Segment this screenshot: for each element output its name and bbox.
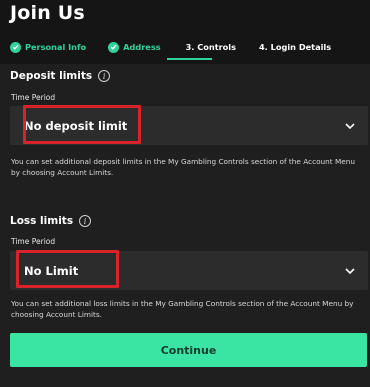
loss-limit-select[interactable]: No Limit bbox=[10, 251, 368, 290]
chevron-down-icon bbox=[345, 122, 355, 129]
active-step-underline bbox=[167, 58, 212, 60]
step-progress: Personal Info Address 3. Controls 4. Log… bbox=[10, 40, 331, 54]
step-controls[interactable]: 3. Controls bbox=[186, 40, 236, 54]
continue-button[interactable]: Continue bbox=[10, 333, 367, 367]
page-title: Join Us bbox=[10, 2, 85, 24]
step-label: 4. Login Details bbox=[258, 42, 332, 52]
loss-limits-title: Loss limits bbox=[10, 215, 74, 227]
header: Join Us Personal Info Address 3. Control… bbox=[0, 0, 370, 64]
step-label: 3. Controls bbox=[185, 42, 236, 52]
loss-help-text: You can set additional loss limits in th… bbox=[11, 299, 354, 319]
deposit-limits-heading: Deposit limits i bbox=[10, 70, 111, 82]
deposit-limit-value: No deposit limit bbox=[24, 118, 128, 133]
deposit-time-period-label: Time Period bbox=[11, 93, 56, 102]
check-icon bbox=[10, 41, 21, 53]
join-page: Join Us Personal Info Address 3. Control… bbox=[0, 0, 370, 387]
step-label: Personal Info bbox=[25, 42, 87, 52]
deposit-limit-select[interactable]: No deposit limit bbox=[10, 106, 368, 145]
step-login-details[interactable]: 4. Login Details bbox=[259, 40, 331, 54]
info-icon[interactable]: i bbox=[79, 215, 92, 227]
deposit-help-text: You can set additional deposit limits in… bbox=[11, 157, 356, 177]
info-icon[interactable]: i bbox=[98, 70, 111, 82]
loss-limits-heading: Loss limits i bbox=[10, 215, 92, 227]
step-personal-info[interactable]: Personal Info bbox=[10, 40, 86, 54]
step-label: Address bbox=[123, 42, 161, 52]
chevron-down-icon bbox=[345, 267, 355, 274]
step-address[interactable]: Address bbox=[108, 40, 161, 54]
loss-time-period-label: Time Period bbox=[11, 237, 56, 246]
deposit-limits-title: Deposit limits bbox=[10, 70, 93, 82]
loss-limit-value: No Limit bbox=[24, 263, 79, 278]
check-icon bbox=[108, 41, 120, 53]
